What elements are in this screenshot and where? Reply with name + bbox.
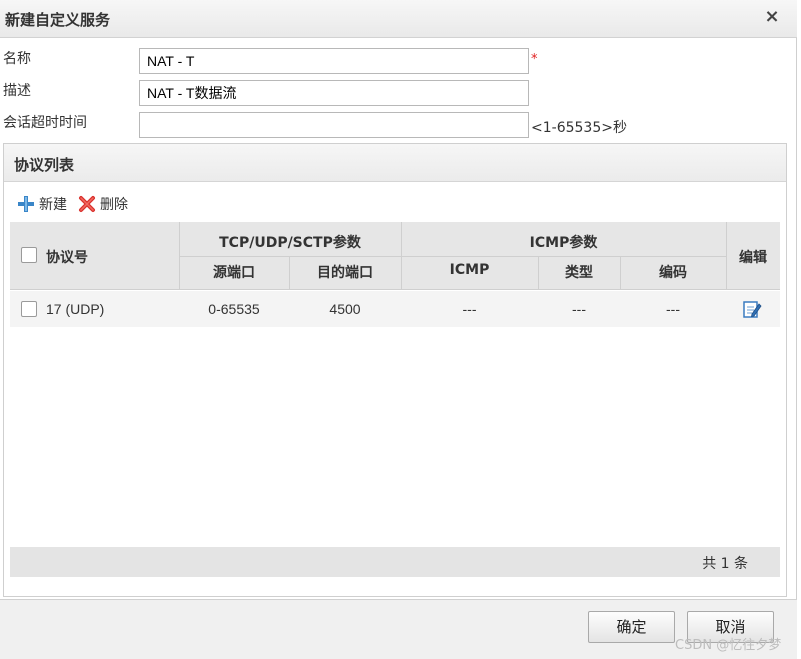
ok-button[interactable]: 确定 xyxy=(588,611,675,643)
row-destination-port: 4500 xyxy=(329,301,361,317)
session-timeout-hint: <1-65535>秒 xyxy=(531,120,627,136)
row-checkbox[interactable] xyxy=(21,301,37,317)
protocol-table: 协议号 TCP/UDP/SCTP参数 源端口 目的端口 ICMP参数 ICMP … xyxy=(10,222,780,328)
select-all-checkbox[interactable] xyxy=(21,247,37,263)
plus-icon xyxy=(17,195,35,213)
custom-service-dialog: 新建自定义服务 × 名称 NAT - T * 描述 NAT - T数据流 会话超… xyxy=(0,0,797,659)
delete-protocol-button[interactable]: 删除 xyxy=(78,194,128,214)
delete-protocol-label: 删除 xyxy=(100,197,128,213)
session-timeout-label: 会话超时时间 xyxy=(3,115,87,131)
new-protocol-button[interactable]: 新建 xyxy=(17,194,67,214)
table-row[interactable]: 17 (UDP) 0-65535 4500 --- --- --- xyxy=(10,291,780,327)
col-code: 编码 xyxy=(659,265,687,281)
col-source-port: 源端口 xyxy=(213,265,255,281)
protocol-list-panel: 协议列表 新建 删除 协议号 TCP/UDP/SCTP参数 源端口 目的端口 I… xyxy=(3,143,787,597)
description-input[interactable]: NAT - T数据流 xyxy=(139,80,529,106)
dialog-title: 新建自定义服务 xyxy=(5,11,111,29)
col-group-tcp-udp-sctp: TCP/UDP/SCTP参数 xyxy=(219,235,361,251)
edit-icon[interactable] xyxy=(742,299,762,319)
description-label: 描述 xyxy=(3,83,31,99)
row-type: --- xyxy=(572,301,586,317)
protocol-list-title: 协议列表 xyxy=(14,156,75,174)
protocol-list-header: 协议列表 xyxy=(4,144,786,182)
name-label: 名称 xyxy=(3,51,31,67)
row-source-port: 0-65535 xyxy=(208,301,260,317)
col-protocol-number: 协议号 xyxy=(46,250,88,266)
table-footer: 共 1 条 xyxy=(10,547,780,577)
dialog-titlebar: 新建自定义服务 × xyxy=(0,0,797,38)
delete-x-icon xyxy=(78,195,96,213)
record-count: 共 1 条 xyxy=(702,556,748,572)
col-edit: 编辑 xyxy=(739,250,767,266)
required-mark: * xyxy=(531,52,538,67)
protocol-table-header: 协议号 TCP/UDP/SCTP参数 源端口 目的端口 ICMP参数 ICMP … xyxy=(10,222,780,290)
col-destination-port: 目的端口 xyxy=(317,265,373,281)
row-icmp: --- xyxy=(462,301,477,317)
col-icmp: ICMP xyxy=(449,262,490,278)
session-timeout-input[interactable] xyxy=(139,112,529,138)
close-icon[interactable]: × xyxy=(762,6,782,28)
col-group-icmp: ICMP参数 xyxy=(529,235,598,251)
new-protocol-label: 新建 xyxy=(39,197,67,213)
row-protocol: 17 (UDP) xyxy=(46,301,105,317)
name-input[interactable]: NAT - T xyxy=(139,48,529,74)
watermark: CSDN @忆往夕梦 xyxy=(675,638,782,653)
col-type: 类型 xyxy=(565,265,593,281)
row-code: --- xyxy=(666,301,680,317)
